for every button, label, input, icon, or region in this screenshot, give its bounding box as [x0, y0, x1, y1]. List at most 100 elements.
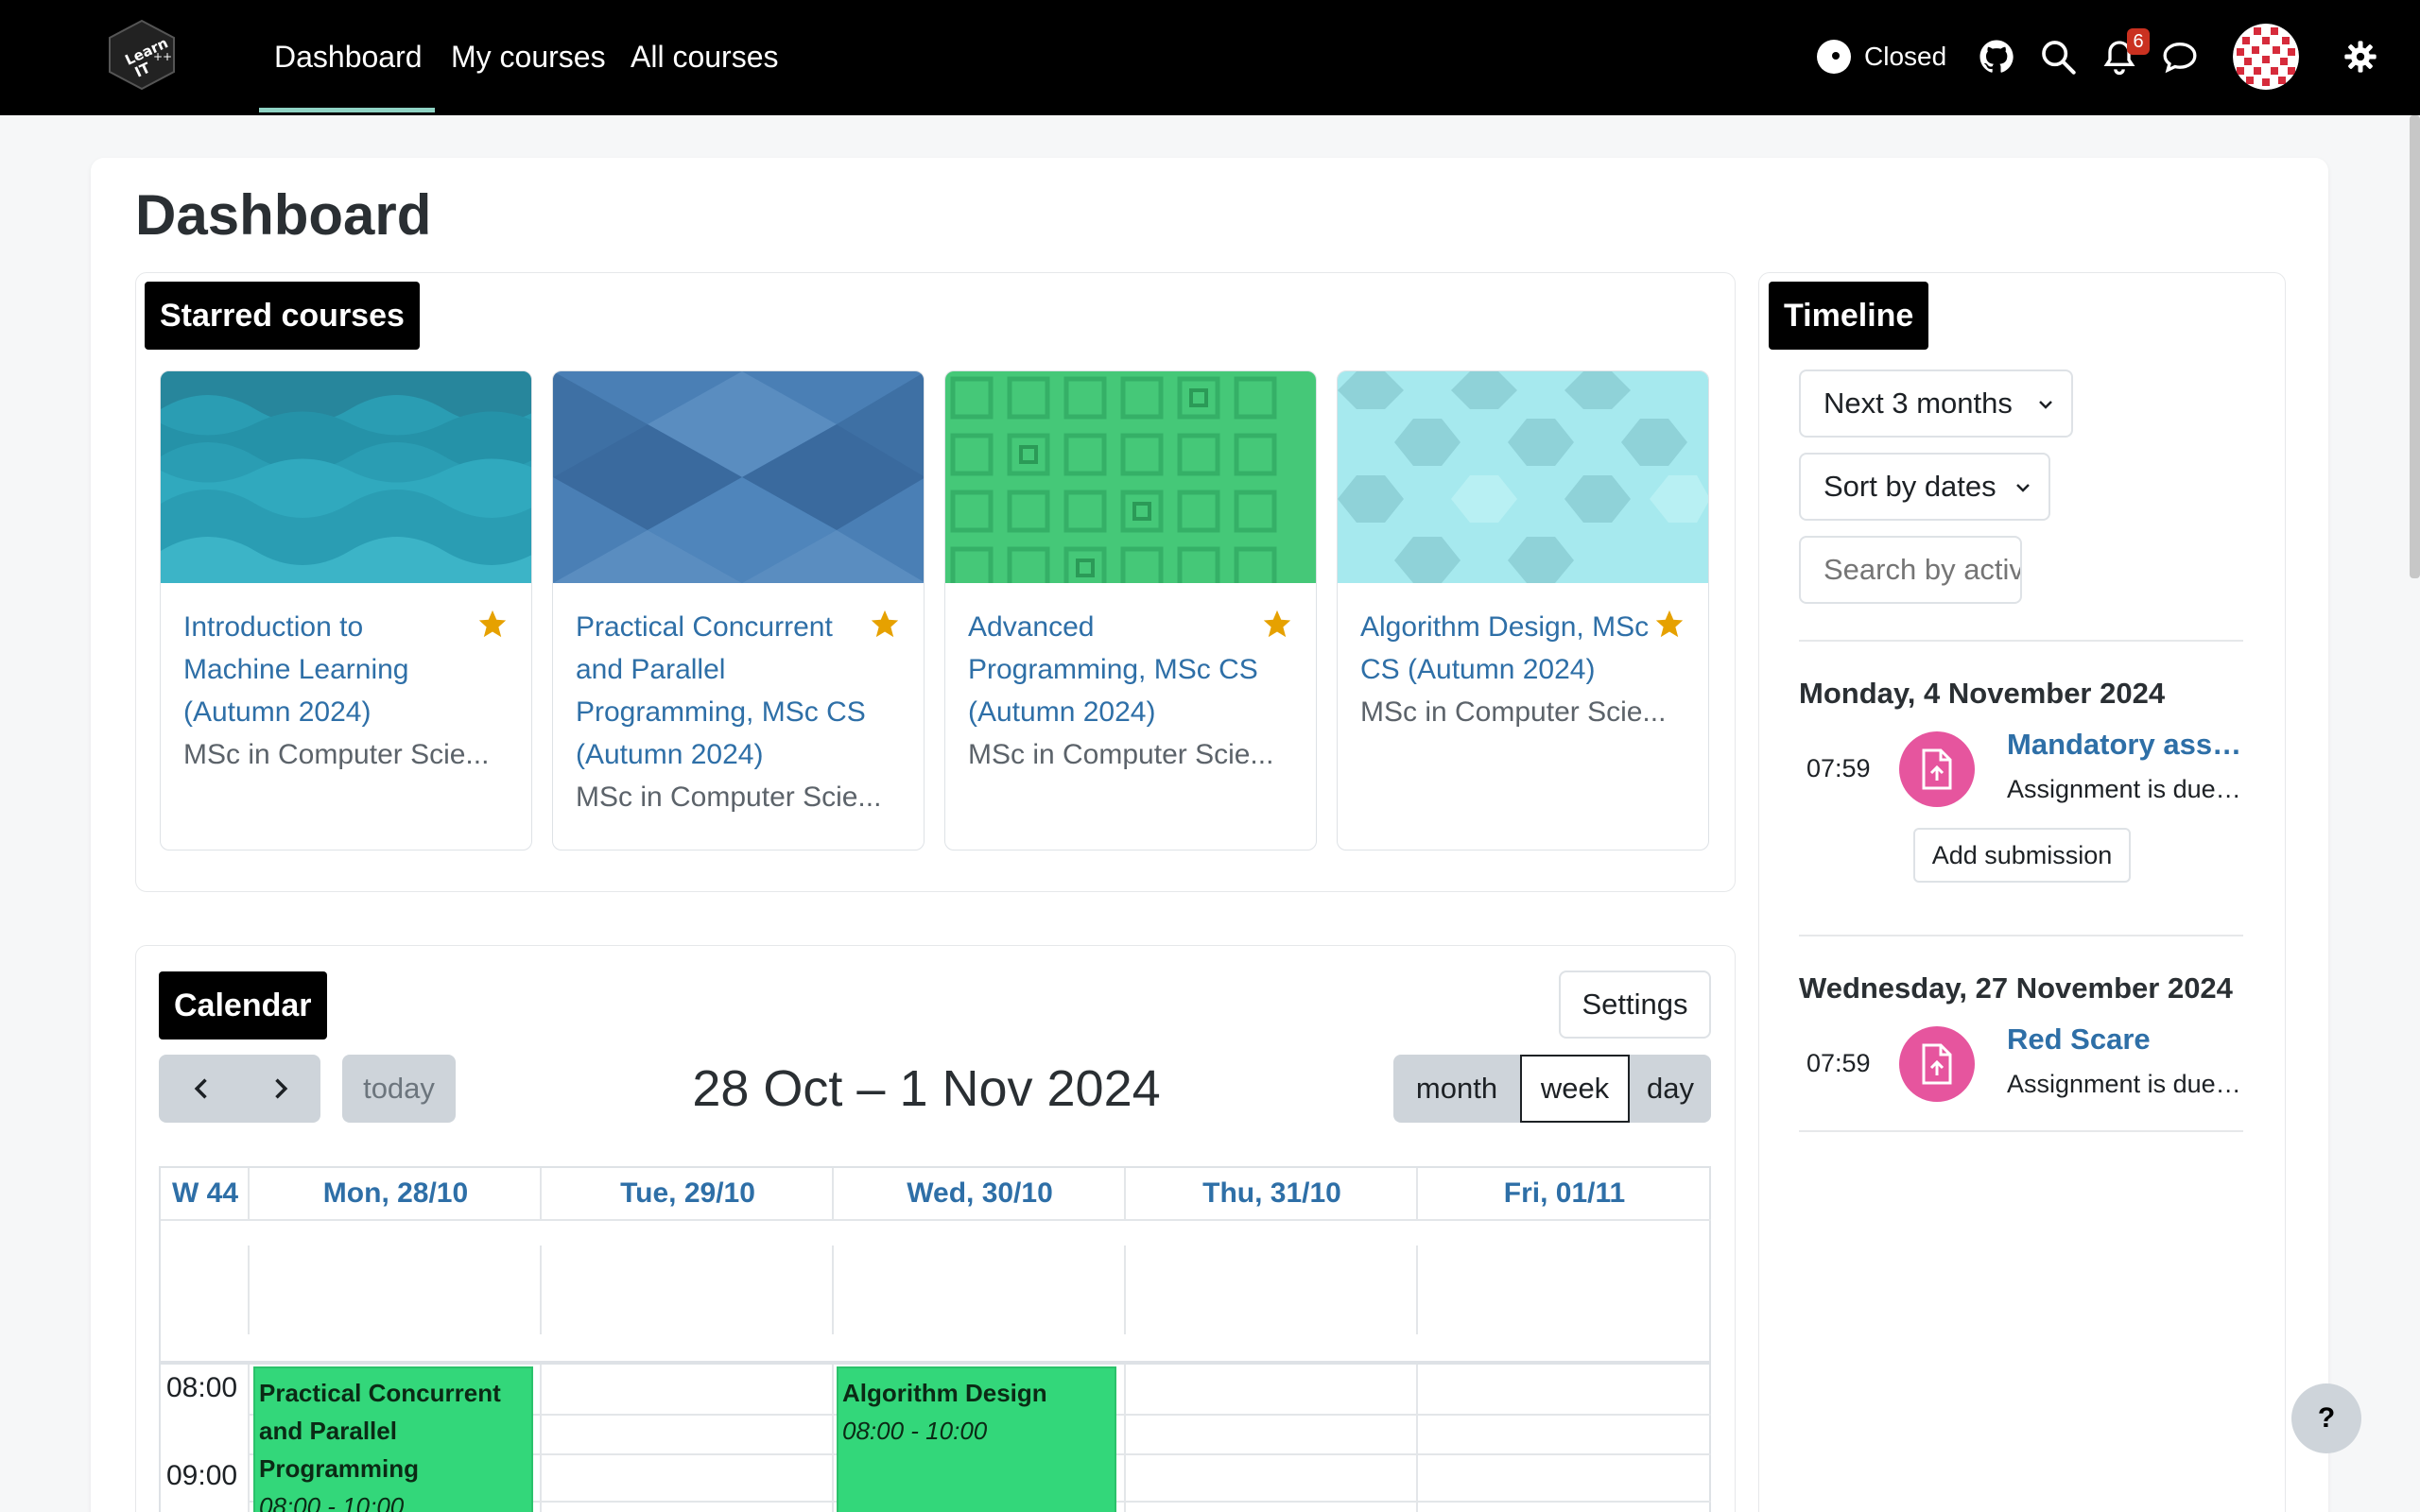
day-header[interactable]: Fri, 01/11 [1418, 1168, 1711, 1219]
timeline-range-value: Next 3 months [1824, 387, 2013, 420]
assignment-icon [1899, 731, 1975, 807]
search-icon[interactable] [2039, 38, 2077, 76]
course-title-text[interactable]: Advanced Programming, MSc CS (Autumn 202… [968, 611, 1258, 728]
timeline-date-heading: Monday, 4 November 2024 [1799, 677, 2166, 710]
star-icon[interactable] [869, 608, 901, 640]
calendar-view-switcher: month week day [1393, 1055, 1711, 1123]
timeline-event-name[interactable]: Red Scare [2007, 1022, 2243, 1057]
github-icon[interactable] [1978, 38, 2015, 76]
divider [1799, 935, 2243, 936]
chevron-down-icon [2039, 401, 2052, 409]
timeline-event-time: 07:59 [1806, 1049, 1871, 1077]
assignment-icon [1899, 1026, 1975, 1102]
status-label: Closed [1864, 42, 1947, 71]
nav-active-indicator [259, 108, 435, 112]
course-title-text[interactable]: Algorithm Design, MSc CS (Autumn 2024) [1360, 611, 1649, 685]
chevron-left-icon[interactable] [189, 1075, 216, 1102]
timeline-sort-select[interactable]: Sort by dates [1799, 453, 2050, 521]
view-day-button[interactable]: day [1630, 1055, 1711, 1123]
course-title[interactable]: Algorithm Design, MSc CS (Autumn 2024) M… [1360, 606, 1666, 733]
chevron-right-icon[interactable] [267, 1075, 293, 1102]
view-month-button[interactable]: month [1393, 1055, 1520, 1123]
chat-icon[interactable] [2161, 38, 2199, 76]
help-button[interactable]: ? [2291, 1383, 2361, 1453]
course-category: MSc in Computer Scie... [576, 782, 882, 813]
timeline-event-time: 07:59 [1806, 754, 1871, 782]
notification-count-badge: 6 [2127, 28, 2150, 55]
timeline-title: Timeline [1769, 282, 1929, 350]
gear-icon[interactable] [2342, 38, 2379, 76]
course-image-octagons [1338, 371, 1708, 583]
grid-line [1416, 1168, 1418, 1219]
grid-line [161, 1361, 1711, 1365]
add-submission-button[interactable]: Add submission [1913, 828, 2131, 883]
course-card[interactable]: Algorithm Design, MSc CS (Autumn 2024) M… [1337, 370, 1709, 850]
grid-line [1416, 1365, 1418, 1512]
starred-courses-title: Starred courses [145, 282, 420, 350]
user-avatar[interactable] [2233, 24, 2299, 90]
day-header[interactable]: Thu, 31/10 [1126, 1168, 1418, 1219]
nav-all-courses[interactable]: All courses [631, 36, 779, 77]
grid-line [248, 1168, 250, 1219]
calendar-title: Calendar [159, 971, 327, 1040]
course-image-waves [161, 371, 531, 583]
status-toggle[interactable]: Closed [1817, 36, 1946, 77]
course-card[interactable]: Practical Concurrent and Parallel Progra… [552, 370, 925, 850]
time-label: 09:00 [166, 1460, 238, 1491]
course-title[interactable]: Advanced Programming, MSc CS (Autumn 202… [968, 606, 1273, 776]
grid-line [540, 1246, 542, 1334]
grid-line [161, 1219, 1711, 1221]
grid-line [1416, 1246, 1418, 1334]
status-icon [1817, 40, 1851, 74]
grid-line [832, 1365, 834, 1512]
day-header[interactable]: Wed, 30/10 [834, 1168, 1126, 1219]
calendar-event[interactable]: Practical Concurrent and Parallel Progra… [253, 1366, 533, 1512]
timeline-event-name[interactable]: Mandatory assignment [2007, 728, 2243, 762]
star-icon[interactable] [1653, 608, 1685, 640]
grid-line [248, 1246, 250, 1334]
grid-line [832, 1168, 834, 1219]
calendar-settings-button[interactable]: Settings [1559, 971, 1711, 1039]
course-category: MSc in Computer Scie... [968, 739, 1274, 770]
chevron-down-icon [2016, 484, 2030, 492]
file-upload-icon [1922, 1043, 1952, 1085]
time-label: 08:00 [166, 1372, 238, 1403]
calendar-event[interactable]: Algorithm Design 08:00 - 10:00 [837, 1366, 1116, 1512]
calendar-date-range: 28 Oct – 1 Nov 2024 [692, 1060, 1161, 1117]
grid-line [1124, 1246, 1126, 1334]
grid-line [540, 1168, 542, 1219]
timeline-search-input[interactable] [1799, 536, 2022, 604]
day-header[interactable]: Mon, 28/10 [250, 1168, 542, 1219]
grid-line [832, 1246, 834, 1334]
star-icon[interactable] [476, 608, 509, 640]
course-image-squares [945, 371, 1316, 583]
event-title[interactable]: Practical Concurrent and Parallel Progra… [259, 1374, 527, 1487]
timeline-range-select[interactable]: Next 3 months [1799, 369, 2073, 438]
course-title-text[interactable]: Introduction to Machine Learning (Autumn… [183, 611, 409, 728]
calendar-today-button[interactable]: today [342, 1055, 456, 1123]
course-card[interactable]: Advanced Programming, MSc CS (Autumn 202… [944, 370, 1317, 850]
page-scrollbar[interactable] [2410, 115, 2420, 578]
learnit-logo[interactable]: Learn IT ++ [106, 19, 178, 91]
course-card[interactable]: Introduction to Machine Learning (Autumn… [160, 370, 532, 850]
page-title: Dashboard [135, 183, 432, 247]
day-header[interactable]: Tue, 29/10 [542, 1168, 834, 1219]
event-time: 08:00 - 10:00 [259, 1492, 405, 1512]
event-title[interactable]: Algorithm Design [842, 1374, 1111, 1412]
nav-my-courses[interactable]: My courses [451, 36, 606, 77]
view-week-button[interactable]: week [1520, 1055, 1630, 1123]
course-category: MSc in Computer Scie... [183, 739, 490, 770]
timeline-sort-value: Sort by dates [1824, 470, 1996, 503]
file-upload-icon [1922, 748, 1952, 790]
course-title-text[interactable]: Practical Concurrent and Parallel Progra… [576, 611, 866, 770]
divider [1799, 640, 2243, 642]
timeline-event-subtitle: Assignment is due · Practical Concurrent [2007, 775, 2243, 803]
grid-line [1124, 1365, 1126, 1512]
week-number: W 44 [171, 1177, 239, 1209]
star-icon[interactable] [1261, 608, 1293, 640]
divider [1799, 1130, 2243, 1132]
course-title[interactable]: Introduction to Machine Learning (Autumn… [183, 606, 489, 776]
nav-dashboard[interactable]: Dashboard [274, 36, 423, 77]
event-time: 08:00 - 10:00 [842, 1417, 988, 1445]
course-title[interactable]: Practical Concurrent and Parallel Progra… [576, 606, 881, 818]
